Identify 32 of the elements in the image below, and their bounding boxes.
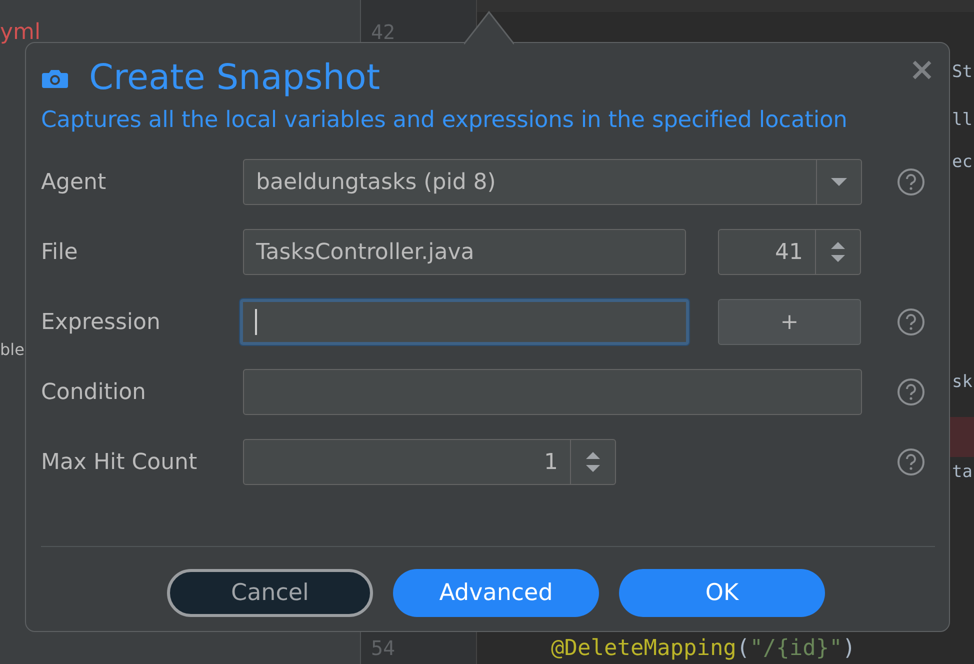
file-name[interactable]: yml — [0, 20, 41, 45]
expression-field[interactable] — [240, 299, 689, 345]
code-fragment: St — [952, 62, 972, 82]
code-fragment: sk — [952, 372, 972, 392]
condition-field[interactable] — [243, 369, 862, 415]
code-fragment: ll — [952, 110, 972, 130]
code-line: @DeleteMapping("/{id}") — [551, 636, 856, 661]
close-icon[interactable] — [911, 59, 933, 81]
agent-dropdown[interactable]: baeldungtasks (pid 8) — [243, 159, 862, 205]
file-field[interactable]: TasksController.java — [243, 229, 686, 275]
dialog-button[interactable]: Advanced — [393, 569, 599, 617]
field-label: Expression — [41, 310, 160, 334]
dialog-button[interactable]: OK — [619, 569, 825, 617]
text-cursor — [255, 309, 256, 335]
field-label: Agent — [41, 170, 106, 194]
line-spinner[interactable]: 41 — [718, 229, 861, 275]
field-label: Max Hit Count — [41, 450, 198, 474]
field-label: Condition — [41, 380, 146, 404]
dialog-subtitle: Captures all the local variables and expressions in the specified location — [41, 107, 848, 133]
add-button[interactable]: + — [718, 299, 861, 345]
caret-icon — [829, 176, 849, 188]
field-label: File — [41, 240, 78, 264]
help-icon[interactable] — [897, 378, 925, 406]
dialog-button[interactable]: Cancel — [167, 569, 373, 617]
help-icon[interactable] — [897, 308, 925, 336]
file-name[interactable]: ble — [0, 340, 24, 359]
hit-count-spinner[interactable]: 1 — [243, 439, 616, 485]
dialog-title: Create Snapshot — [89, 58, 380, 98]
code-fragment: ec — [952, 152, 972, 172]
code-fragment: ta — [952, 462, 972, 482]
help-icon[interactable] — [897, 448, 925, 476]
help-icon[interactable] — [897, 168, 925, 196]
